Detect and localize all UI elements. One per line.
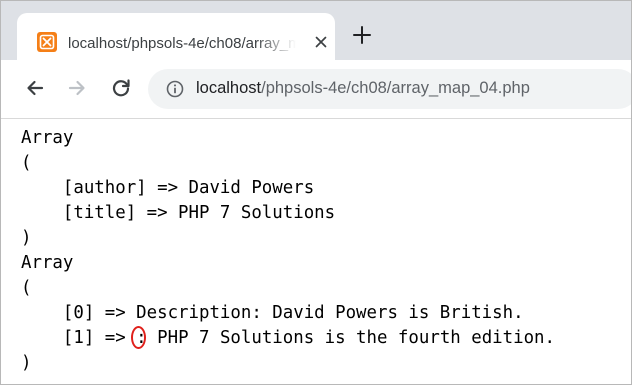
tab-title: localhost/phpsols-4e/ch08/array_map_04.p… [68,35,296,52]
output-line: [0] => Description: David Powers is Brit… [21,303,524,323]
output-line: ( [21,278,32,298]
info-icon[interactable] [166,80,184,98]
highlighted-colon: : [131,326,147,351]
output-line: ) [21,228,32,248]
browser-window: localhost/phpsols-4e/ch08/array_map_04.p… [0,0,632,385]
output-line: Array [21,253,74,273]
tab-strip: localhost/phpsols-4e/ch08/array_map_04.p… [1,1,631,60]
close-icon[interactable] [311,32,331,52]
arrow-right-icon[interactable] [64,75,90,101]
xampp-icon [37,32,57,52]
plus-icon[interactable] [347,20,377,50]
browser-tab[interactable]: localhost/phpsols-4e/ch08/array_map_04.p… [17,13,335,60]
address-bar[interactable]: localhost/phpsols-4e/ch08/array_map_04.p… [148,69,631,109]
output-line: [1] => : PHP 7 Solutions is the fourth e… [21,326,555,351]
output-line: ) [21,353,32,373]
url-text[interactable]: localhost/phpsols-4e/ch08/array_map_04.p… [196,79,530,99]
reload-icon[interactable] [108,75,134,101]
page-content: Array ( [author] => David Powers [title]… [1,119,631,384]
output-line-rest: PHP 7 Solutions is the fourth edition. [146,328,555,348]
url-host: localhost [196,79,262,97]
url-path: /phpsols-4e/ch08/array_map_04.php [261,79,530,97]
output-line: Array [21,128,74,148]
arrow-left-icon[interactable] [22,75,48,101]
output-line: [title] => PHP 7 Solutions [21,203,336,223]
output-line-prefix: [1] => [21,328,137,348]
output-line: ( [21,153,32,173]
toolbar: localhost/phpsols-4e/ch08/array_map_04.p… [1,60,631,119]
output-line: [author] => David Powers [21,178,315,198]
